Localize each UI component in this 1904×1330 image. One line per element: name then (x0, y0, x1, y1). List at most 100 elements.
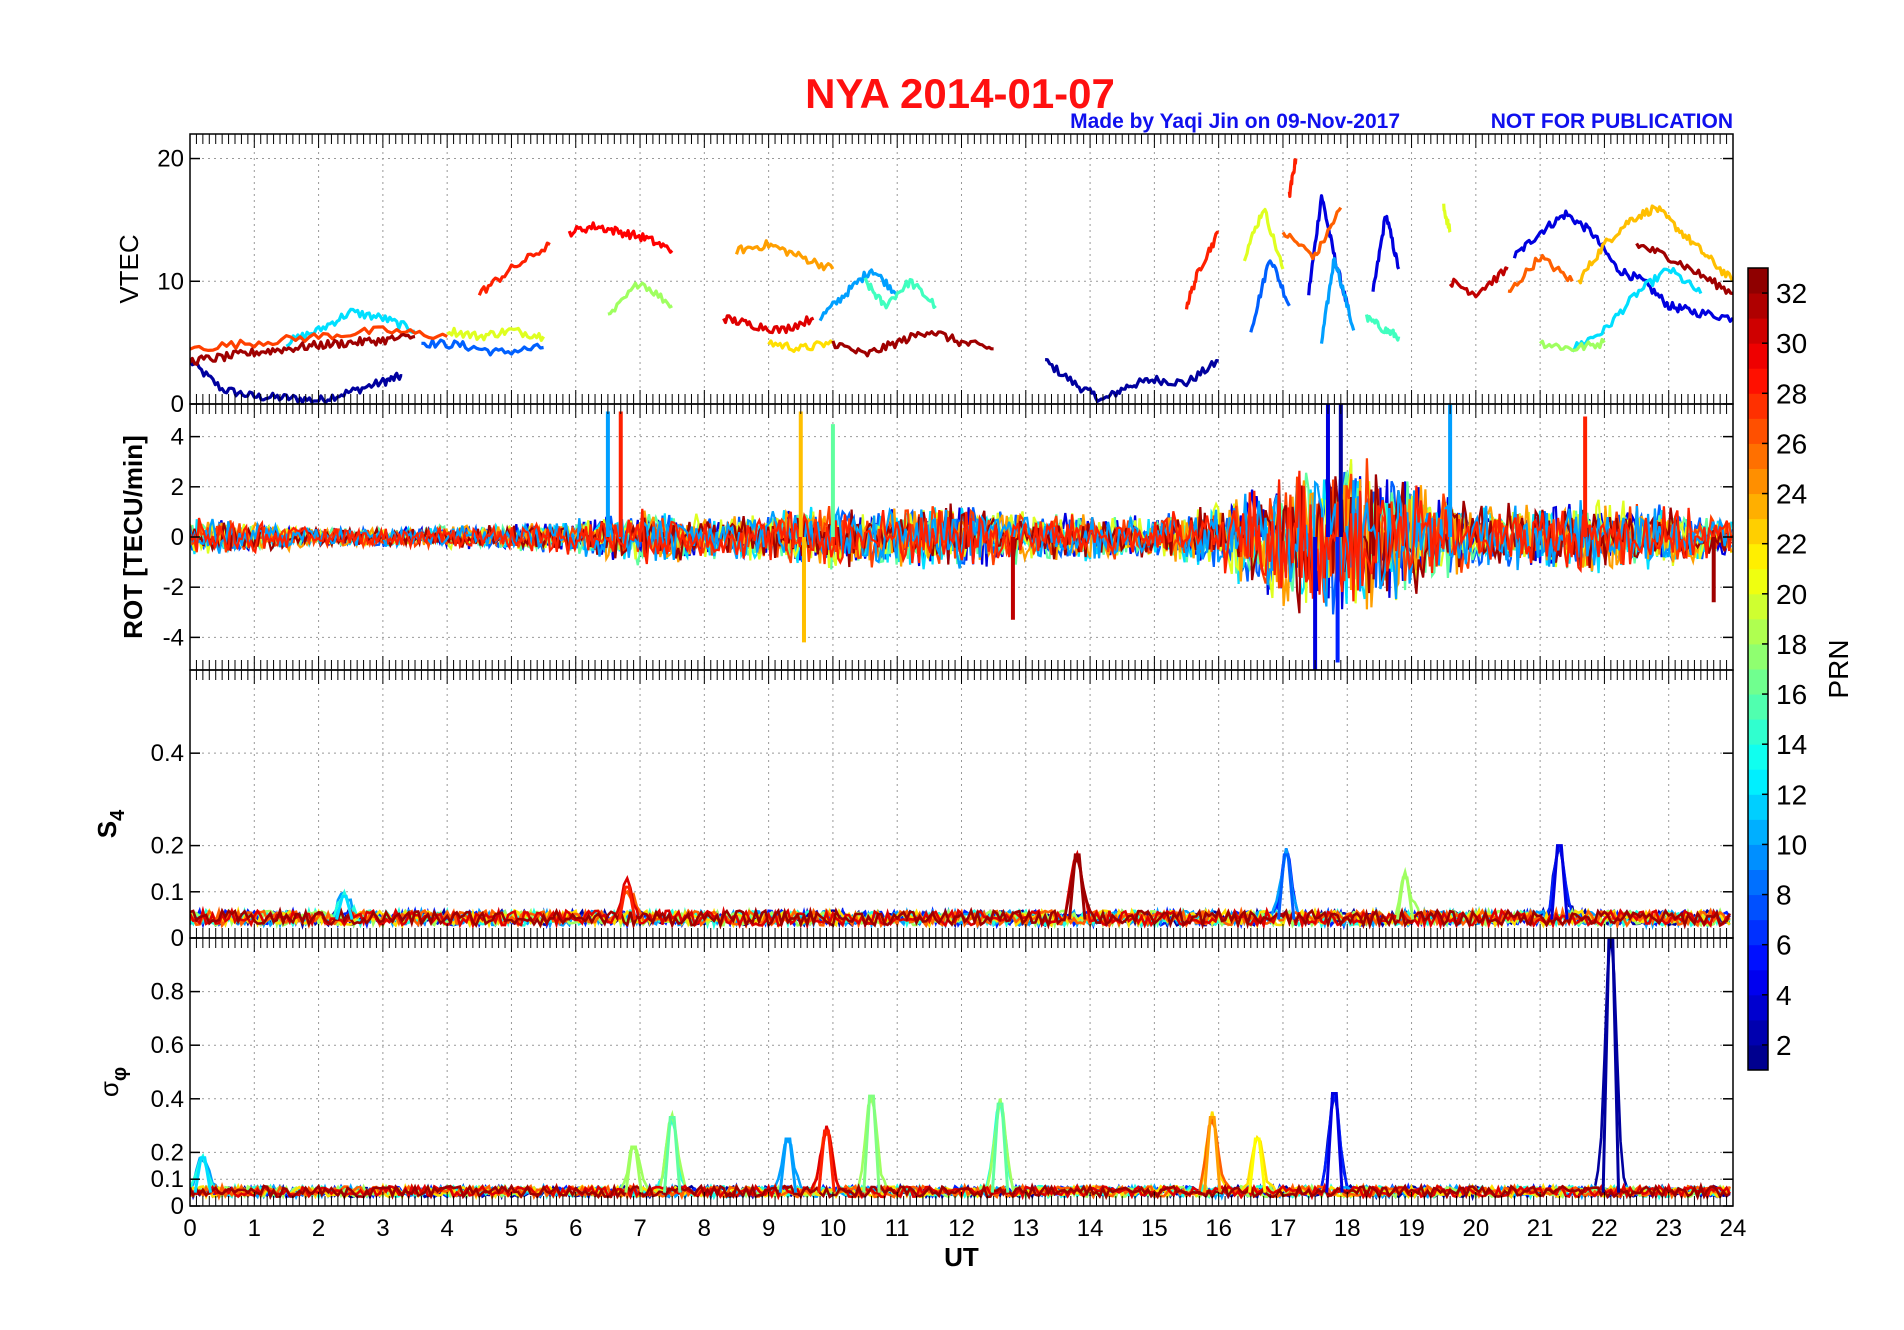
peak-mark (1203, 1116, 1222, 1193)
x-tick-label: 22 (1591, 1215, 1618, 1242)
series-line-prn-8 (421, 338, 544, 357)
panel-rot: -4 -2 0 2 4 ROT [TECU/min] (118, 403, 1734, 671)
colorbar-segment (1748, 518, 1768, 545)
series-line-prn-15 (863, 277, 937, 310)
series-line-prn-20 (446, 326, 545, 342)
peak-mark (1325, 1091, 1344, 1193)
colorbar-segment (1748, 869, 1768, 896)
x-tick-label: 24 (1720, 1215, 1747, 1242)
colorbar-segment (1748, 1019, 1768, 1046)
series-line-prn-22 (767, 339, 834, 353)
x-tick-label: 19 (1398, 1215, 1425, 1242)
colorbar-tick-label: 6 (1776, 930, 1792, 961)
colorbar-segment (1748, 769, 1768, 795)
y-tick-label: 0 (171, 925, 184, 952)
panels: 01020VTEC-4-2024ROT [TECU/min]00.10.20.4… (92, 133, 1747, 1272)
colorbar-segment (1748, 368, 1768, 394)
y-tick-label: 2 (171, 474, 184, 501)
series-line-prn-30 (722, 314, 815, 335)
x-tick-label: 9 (762, 1215, 775, 1242)
series-line-prn-30 (190, 1125, 1731, 1201)
peak-mark (1601, 938, 1621, 1193)
series-line-prn-15 (1364, 314, 1401, 342)
colorbar-tick-label: 24 (1776, 479, 1807, 510)
series-line-prn-10 (818, 268, 898, 322)
colorbar-segment (1748, 343, 1768, 369)
series-line-prn-22 (190, 1111, 1731, 1201)
y-tick-label: 0 (171, 524, 184, 551)
series-line-prn-32 (831, 330, 994, 358)
x-tick-label: 6 (569, 1215, 582, 1242)
series-line-prn-28 (477, 241, 551, 296)
peak-mark (662, 1116, 682, 1193)
colorbar-segment (1748, 794, 1768, 820)
figure: NYA 2014-01-07 Made by Yaqi Jin on 09-No… (92, 70, 1854, 1272)
colorbar-tick-label: 8 (1776, 880, 1792, 911)
colorbar-tick-label: 28 (1776, 378, 1807, 409)
x-tick-label: 14 (1077, 1215, 1104, 1242)
y-tick-label: 0.2 (151, 833, 184, 860)
colorbar-segment (1748, 919, 1768, 946)
y-tick-label: 0.4 (151, 740, 184, 767)
colorbar-tick-label: 20 (1776, 579, 1807, 610)
x-tick-label: 20 (1462, 1215, 1489, 1242)
colorbar-segment (1748, 994, 1768, 1021)
x-tick-label: 16 (1205, 1215, 1232, 1242)
x-tick-label: 12 (948, 1215, 975, 1242)
series-line-prn-6 (190, 1093, 1731, 1201)
colorbar-tick-label: 26 (1776, 428, 1807, 459)
x-tick-label: 18 (1334, 1215, 1361, 1242)
x-tick-label: 4 (440, 1215, 453, 1242)
y-tick-label: 0.2 (151, 1139, 184, 1166)
x-tick-label: 8 (698, 1215, 711, 1242)
colorbar-segment (1748, 944, 1768, 971)
peak-mark (1068, 853, 1087, 920)
y-tick-label: 0.4 (151, 1086, 184, 1113)
x-tick-label: 17 (1270, 1215, 1297, 1242)
plot-area (190, 938, 1732, 1202)
x-tick-label: 2 (312, 1215, 325, 1242)
peak-mark (862, 1094, 881, 1193)
colorbar-segment (1748, 618, 1768, 645)
series-line-prn-2 (190, 938, 1731, 1202)
colorbar-tick-label: 30 (1776, 328, 1807, 359)
panel-s4: 0 0.1 0.2 0.4 S4 (92, 669, 1734, 952)
colorbar-segment (1748, 744, 1768, 770)
series-line-prn-29 (567, 221, 674, 254)
series-line-prn-23 (1577, 204, 1733, 285)
y-tick-label: 0.1 (151, 879, 184, 906)
x-tick-label: 5 (505, 1215, 518, 1242)
y-axis-label: VTEC (114, 234, 144, 303)
x-tick-label: 11 (885, 1215, 910, 1242)
series-line-prn-20 (1442, 203, 1452, 233)
colorbar-tick-label: 10 (1776, 829, 1807, 860)
colorbar-tick-label: 12 (1776, 779, 1807, 810)
prn-colorbar: 2468101214161820222426283032PRN (1747, 267, 1854, 1071)
colorbar-segment (1748, 393, 1768, 419)
series-line-prn-8 (1249, 259, 1291, 333)
colorbar-segment (1748, 568, 1768, 595)
colorbar-segment (1748, 894, 1768, 921)
colorbar-segment (1748, 293, 1768, 319)
colorbar-tick-label: 16 (1776, 679, 1807, 710)
chart-title: NYA 2014-01-07 (805, 70, 1115, 117)
series-line-prn-14 (190, 1098, 1731, 1201)
colorbar-tick-label: 32 (1776, 278, 1807, 309)
y-tick-label: 0.6 (151, 1032, 184, 1059)
colorbar-segment (1748, 493, 1768, 520)
y-axis-label: S4 (92, 809, 129, 838)
y-axis-label: ROT [TECU/min] (118, 435, 148, 639)
y-axis-label-sub: φ (109, 1067, 131, 1081)
x-axis-label: UT (944, 1242, 979, 1272)
colorbar-segment (1748, 719, 1768, 745)
notice-label: NOT FOR PUBLICATION (1491, 110, 1733, 133)
peak-mark (778, 1137, 798, 1193)
colorbar-segment (1748, 1044, 1768, 1071)
series-line-prn-4 (1371, 214, 1401, 292)
y-tick-label: 0.8 (151, 979, 184, 1006)
colorbar-tick-label: 22 (1776, 529, 1807, 560)
colorbar-tick-label: 14 (1776, 729, 1807, 760)
plot-area (190, 844, 1732, 931)
series-line-prn-24 (734, 239, 835, 272)
peak-mark (1550, 844, 1569, 920)
